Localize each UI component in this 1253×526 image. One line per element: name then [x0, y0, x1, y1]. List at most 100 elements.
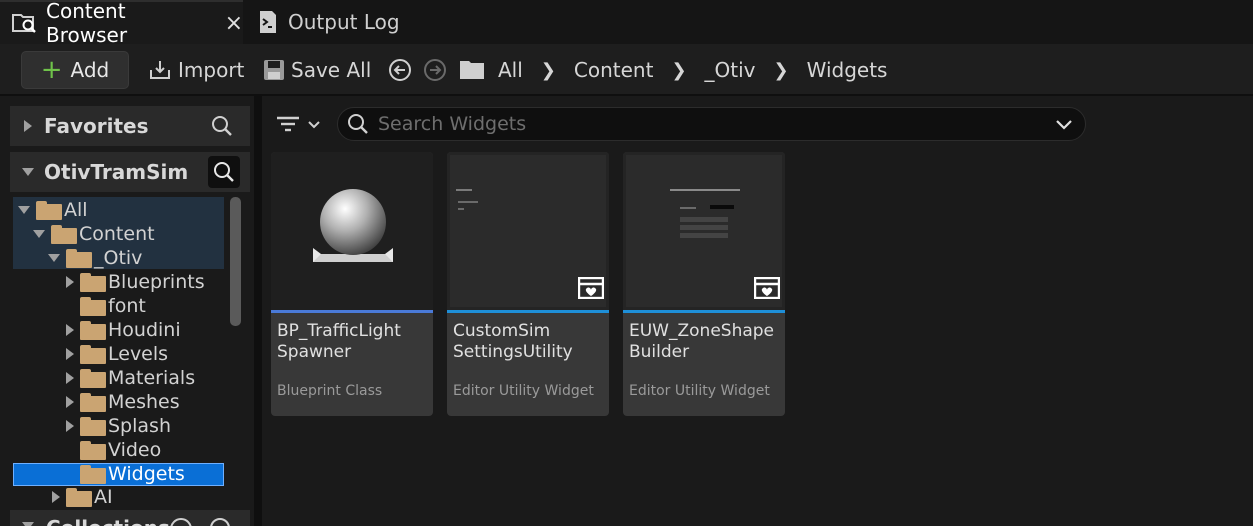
- add-label: Add: [70, 58, 110, 82]
- breadcrumb-item-widgets[interactable]: Widgets: [807, 58, 888, 82]
- tree-item-otiv[interactable]: _Otiv: [48, 246, 142, 270]
- search-icon: [346, 112, 370, 136]
- tree-item-content[interactable]: Content: [33, 222, 155, 246]
- folder-icon: [66, 487, 92, 507]
- tree-item-video[interactable]: Video: [80, 438, 161, 462]
- add-button[interactable]: + Add: [22, 52, 128, 88]
- folder-open-icon: [66, 248, 92, 268]
- chevron-right-icon: [66, 324, 74, 336]
- project-header[interactable]: OtivTramSim: [10, 152, 250, 192]
- chevron-down-icon: [22, 522, 34, 526]
- widget-thumbnail: [447, 152, 609, 310]
- tree-item-label: font: [108, 295, 146, 317]
- chevron-right-icon: ❯: [671, 59, 687, 81]
- asset-name: EUW_ZoneShape Builder: [629, 321, 775, 362]
- save-all-label: Save All: [291, 58, 372, 82]
- tree-item-all[interactable]: All: [18, 198, 88, 222]
- plus-icon: +: [40, 55, 63, 85]
- close-icon[interactable]: ×: [225, 11, 243, 36]
- breadcrumb-item-all[interactable]: All: [498, 58, 523, 82]
- chevron-right-icon: [66, 276, 74, 288]
- folder-icon: [80, 368, 106, 388]
- editor-utility-widget-icon: [577, 276, 605, 303]
- chevron-right-icon: [66, 372, 74, 384]
- chevron-down-icon: [22, 168, 34, 176]
- tree-item-label: Splash: [108, 415, 171, 437]
- folder-icon: [80, 272, 106, 292]
- folder-icon: [80, 344, 106, 364]
- chevron-right-icon: [52, 491, 60, 503]
- tree-item-label: _Otiv: [94, 247, 143, 269]
- asset-type-color-bar: [271, 310, 433, 313]
- tree-item-label: Houdini: [108, 319, 181, 341]
- save-all-button[interactable]: Save All: [263, 56, 371, 84]
- search-placeholder: Search Widgets: [378, 113, 527, 135]
- tree-item-blueprints[interactable]: Blueprints: [66, 270, 205, 294]
- tab-output-log[interactable]: Output Log: [250, 0, 450, 44]
- asset-tile[interactable]: BP_TrafficLight Spawner Blueprint Class: [271, 152, 433, 416]
- tree-item-widgets[interactable]: Widgets: [80, 462, 185, 486]
- folder-icon: [80, 392, 106, 412]
- folder-open-icon: [51, 224, 77, 244]
- search-icon[interactable]: [210, 518, 230, 526]
- folder-icon: [459, 58, 485, 84]
- tab-label: Output Log: [288, 10, 400, 34]
- tree-item-houdini[interactable]: Houdini: [66, 318, 181, 342]
- folder-icon: [80, 416, 106, 436]
- asset-name: CustomSim SettingsUtility: [453, 321, 573, 362]
- folder-icon: [80, 464, 106, 484]
- import-icon: [148, 58, 172, 82]
- chevron-right-icon: [24, 120, 32, 132]
- chevron-down-icon[interactable]: [1055, 114, 1073, 134]
- tree-item-meshes[interactable]: Meshes: [66, 390, 180, 414]
- tree-item-label: Video: [108, 439, 162, 461]
- breadcrumb: All ❯ Content ❯ _Otiv ❯ Widgets: [498, 56, 887, 84]
- collections-header[interactable]: Collections: [10, 510, 250, 526]
- favorites-label: Favorites: [44, 114, 149, 138]
- add-collection-icon[interactable]: [170, 518, 192, 526]
- folder-icon: [80, 296, 106, 316]
- tree-item-splash[interactable]: Splash: [66, 414, 171, 438]
- history-forward-icon[interactable]: [423, 58, 447, 86]
- asset-tile[interactable]: EUW_ZoneShape Builder Editor Utility Wid…: [623, 152, 785, 416]
- tree-item-levels[interactable]: Levels: [66, 342, 168, 366]
- search-input[interactable]: Search Widgets: [337, 107, 1086, 141]
- breadcrumb-item-otiv[interactable]: _Otiv: [705, 58, 756, 82]
- tree-item-ai[interactable]: AI: [52, 486, 113, 508]
- tree-item-materials[interactable]: Materials: [66, 366, 195, 390]
- breadcrumb-item-content[interactable]: Content: [574, 58, 654, 82]
- import-button[interactable]: Import: [148, 56, 244, 84]
- search-icon[interactable]: [208, 156, 240, 188]
- asset-type-color-bar: [623, 310, 785, 313]
- tree-item-label: Meshes: [108, 391, 180, 413]
- asset-type-label: Editor Utility Widget: [629, 383, 770, 399]
- asset-type-color-bar: [447, 310, 609, 313]
- save-icon: [263, 59, 285, 81]
- tree-scrollbar[interactable]: [230, 197, 241, 326]
- chevron-down-icon: [18, 206, 30, 214]
- chevron-right-icon: [66, 348, 74, 360]
- asset-tile[interactable]: CustomSim SettingsUtility Editor Utility…: [447, 152, 609, 416]
- chevron-right-icon: ❯: [540, 59, 556, 81]
- asset-type-label: Blueprint Class: [277, 383, 383, 399]
- blueprint-sphere-icon: [313, 189, 393, 262]
- output-log-icon: [258, 10, 278, 34]
- favorites-header[interactable]: Favorites: [10, 106, 250, 146]
- folder-icon: [80, 320, 106, 340]
- chevron-right-icon: [66, 396, 74, 408]
- blueprint-thumbnail: [271, 152, 433, 310]
- history-back-icon[interactable]: [388, 58, 412, 86]
- search-icon[interactable]: [210, 114, 234, 143]
- content-browser-icon: [12, 11, 38, 35]
- tree-item-font[interactable]: font: [80, 294, 146, 318]
- tab-content-browser[interactable]: Content Browser ×: [0, 0, 243, 47]
- tab-label: Content Browser: [46, 0, 128, 47]
- import-label: Import: [178, 58, 245, 82]
- collections-label: Collections: [46, 516, 170, 526]
- editor-utility-widget-icon: [753, 276, 781, 303]
- filter-icon[interactable]: [276, 112, 324, 140]
- asset-type-label: Editor Utility Widget: [453, 383, 594, 399]
- chevron-right-icon: [66, 420, 74, 432]
- folder-icon: [80, 440, 106, 460]
- chevron-down-icon: [33, 230, 45, 238]
